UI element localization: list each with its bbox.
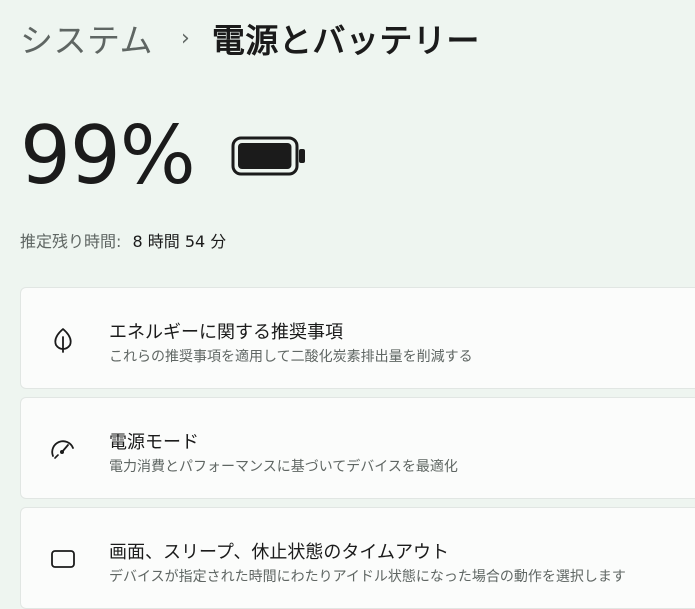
speedometer-icon <box>49 436 77 464</box>
remaining-time-value: 8 時間 54 分 <box>132 232 227 251</box>
card-title: 電源モード <box>109 432 199 453</box>
card-description: デバイスが指定された時間にわたりアイドル状態になった場合の動作を選択します <box>109 569 626 585</box>
battery-percentage: 99% <box>20 109 196 202</box>
page-title: 電源とバッテリー <box>211 21 480 60</box>
card-power-mode[interactable]: 電源モード 電力消費とパフォーマンスに基づいてデバイスを最適化 <box>20 397 695 499</box>
battery-status: 99% <box>20 108 307 204</box>
card-title: 画面、スリープ、休止状態のタイムアウト <box>109 542 450 563</box>
breadcrumb-parent-system[interactable]: システム <box>20 14 153 62</box>
card-description: 電力消費とパフォーマンスに基づいてデバイスを最適化 <box>109 459 458 475</box>
remaining-time-label: 推定残り時間: <box>20 232 122 251</box>
battery-fill <box>237 143 292 169</box>
card-energy-recommendations[interactable]: エネルギーに関する推奨事項 これらの推奨事項を適用して二酸化炭素排出量を削減する <box>20 287 695 389</box>
leaf-icon <box>49 326 77 354</box>
battery-full-icon <box>231 136 307 176</box>
chevron-right-icon: › <box>181 25 190 51</box>
card-description: これらの推奨事項を適用して二酸化炭素排出量を削減する <box>109 349 473 365</box>
breadcrumb: システム › 電源とバッテリー <box>20 12 480 64</box>
screen-sleep-icon <box>49 546 77 574</box>
card-screen-sleep-timeout[interactable]: 画面、スリープ、休止状態のタイムアウト デバイスが指定された時間にわたりアイドル… <box>20 507 695 609</box>
estimated-remaining-time: 推定残り時間: 8 時間 54 分 <box>20 228 226 252</box>
card-title: エネルギーに関する推奨事項 <box>109 322 343 343</box>
